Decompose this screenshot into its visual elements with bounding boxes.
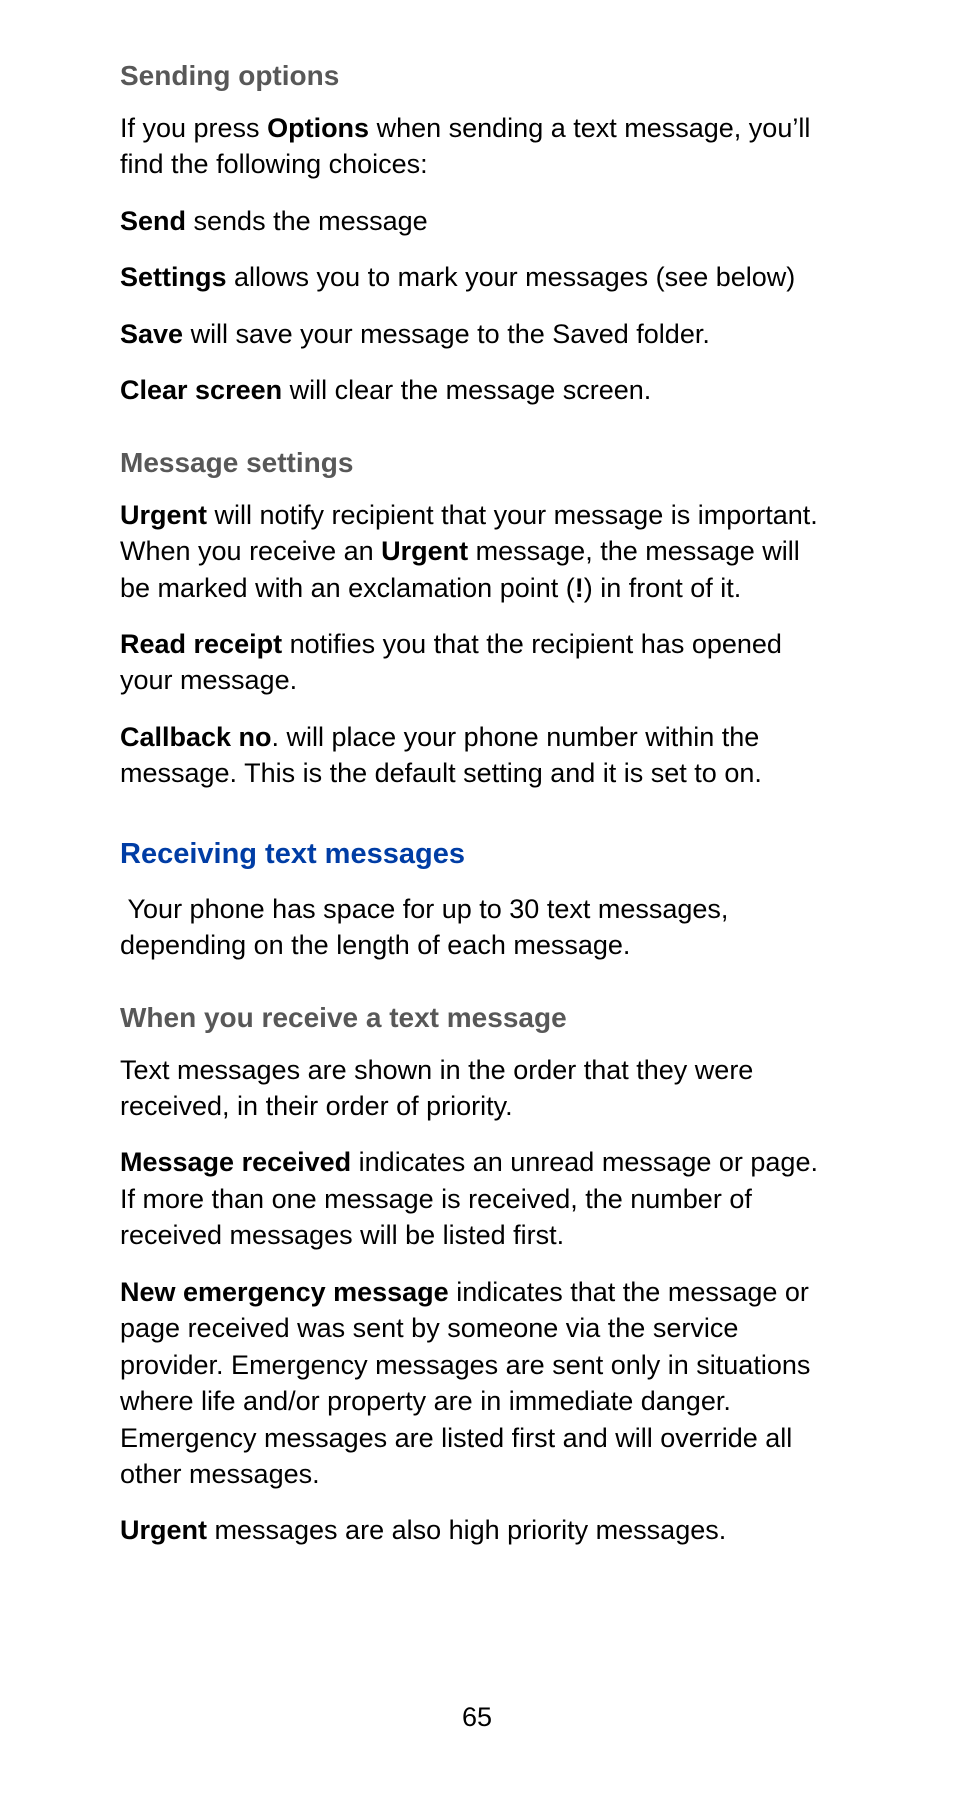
heading-message-settings: Message settings — [120, 447, 834, 479]
bold-send: Send — [120, 206, 186, 236]
bold-options: Options — [267, 113, 369, 143]
bold-read-receipt: Read receipt — [120, 629, 282, 659]
page-number: 65 — [0, 1702, 954, 1733]
bold-settings: Settings — [120, 262, 227, 292]
bold-exclamation: ! — [575, 573, 584, 603]
heading-when-you-receive: When you receive a text message — [120, 1002, 834, 1034]
text: indicates that the message or page recei… — [120, 1277, 810, 1489]
bold-clear-screen: Clear screen — [120, 375, 282, 405]
paragraph-message-received: Message received indicates an unread mes… — [120, 1144, 834, 1253]
paragraph-receiving-intro: Your phone has space for up to 30 text m… — [120, 891, 834, 964]
paragraph-new-emergency: New emergency message indicates that the… — [120, 1274, 834, 1493]
bold-callback-no: Callback no — [120, 722, 272, 752]
paragraph-clear-screen: Clear screen will clear the message scre… — [120, 372, 834, 408]
paragraph-save: Save will save your message to the Saved… — [120, 316, 834, 352]
text: sends the message — [186, 206, 428, 236]
bold-urgent: Urgent — [120, 500, 207, 530]
text: messages are also high priority messages… — [207, 1515, 726, 1545]
paragraph-urgent-priority: Urgent messages are also high priority m… — [120, 1512, 834, 1548]
text: will save your message to the Saved fold… — [183, 319, 710, 349]
paragraph-send: Send sends the message — [120, 203, 834, 239]
bold-new-emergency-message: New emergency message — [120, 1277, 449, 1307]
paragraph-urgent: Urgent will notify recipient that your m… — [120, 497, 834, 606]
text: will clear the message screen. — [282, 375, 651, 405]
bold-message-received: Message received — [120, 1147, 351, 1177]
text: ) in front of it. — [584, 573, 742, 603]
paragraph-sending-intro: If you press Options when sending a text… — [120, 110, 834, 183]
paragraph-settings: Settings allows you to mark your message… — [120, 259, 834, 295]
text: If you press — [120, 113, 267, 143]
manual-page: Sending options If you press Options whe… — [0, 0, 954, 1803]
bold-urgent-priority: Urgent — [120, 1515, 207, 1545]
heading-sending-options: Sending options — [120, 60, 834, 92]
paragraph-callback: Callback no. will place your phone numbe… — [120, 719, 834, 792]
bold-urgent-inline: Urgent — [381, 536, 468, 566]
bold-save: Save — [120, 319, 183, 349]
paragraph-read-receipt: Read receipt notifies you that the recip… — [120, 626, 834, 699]
heading-receiving-text-messages: Receiving text messages — [120, 838, 834, 871]
paragraph-order: Text messages are shown in the order tha… — [120, 1052, 834, 1125]
text: allows you to mark your messages (see be… — [227, 262, 796, 292]
